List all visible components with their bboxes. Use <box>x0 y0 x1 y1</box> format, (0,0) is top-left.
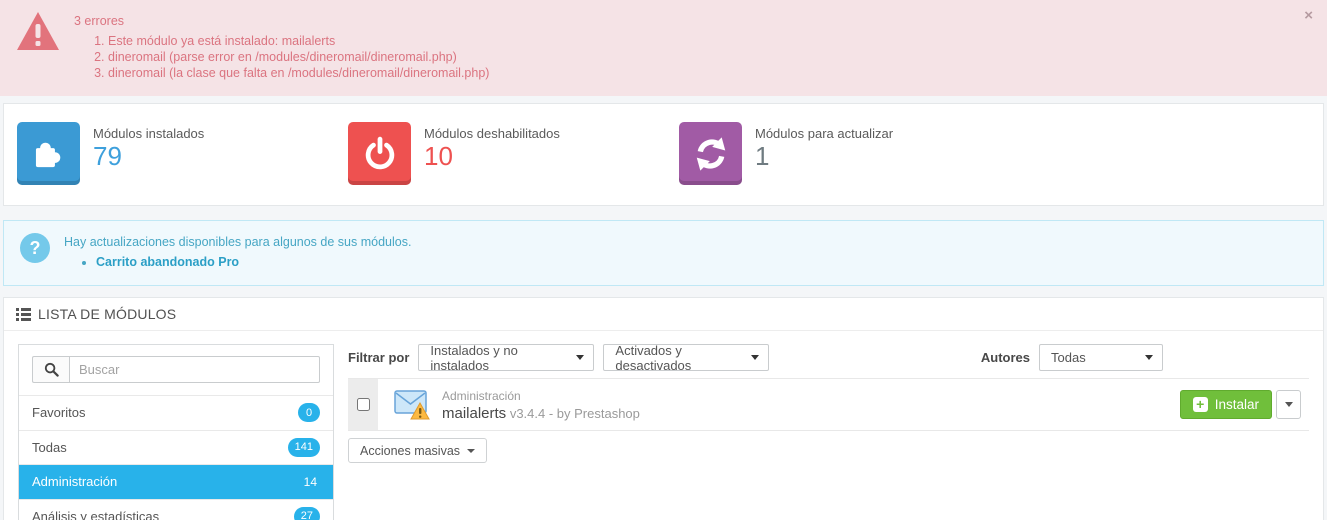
authors-filter-select[interactable]: Todas <box>1039 344 1163 371</box>
sidebar-item-label: Administración <box>32 474 118 490</box>
count-badge: 14 <box>303 474 317 489</box>
module-checkbox[interactable] <box>356 398 370 411</box>
info-message: Hay actualizaciones disponibles para alg… <box>64 235 412 249</box>
sidebar-item-label: Análisis y estadísticas <box>32 508 160 520</box>
stat-label: Módulos para actualizar <box>755 126 894 141</box>
update-list: Carrito abandonado Pro <box>64 254 411 271</box>
list-icon <box>16 307 31 321</box>
update-item: Carrito abandonado Pro <box>96 254 411 271</box>
sidebar-item-favoritos[interactable]: Favoritos 0 <box>19 395 333 430</box>
sync-icon <box>679 122 742 185</box>
module-category: Administración <box>442 388 521 403</box>
module-name: mailalerts <box>442 404 507 422</box>
puzzle-icon <box>17 122 80 185</box>
sidebar-item-label: Favoritos <box>32 405 86 421</box>
sidebar-item-administracion[interactable]: Administración 14 <box>19 464 333 499</box>
module-checkbox-cell <box>348 379 378 430</box>
search-input[interactable] <box>69 356 320 383</box>
module-list-panel: LISTA DE MÓDULOS Favoritos 0 Todas 141 <box>3 297 1324 520</box>
error-item: dineromail (parse error en /modules/dine… <box>108 49 489 65</box>
count-badge: 27 <box>293 506 320 520</box>
error-item: dineromail (la clase que falta en /modul… <box>108 65 489 81</box>
install-dropdown-toggle[interactable] <box>1276 390 1301 419</box>
stat-value: 79 <box>93 141 122 171</box>
panel-title: LISTA DE MÓDULOS <box>38 306 177 322</box>
authors-label: Autores <box>980 350 1030 365</box>
stat-card-to-update: Módulos para actualizar 1 <box>666 122 997 185</box>
sidebar-item-analisis[interactable]: Análisis y estadísticas 27 <box>19 498 333 520</box>
error-alert: 3 errores Este módulo ya está instalado:… <box>0 0 1327 96</box>
stat-value: 1 <box>755 141 770 171</box>
error-alert-title: 3 errores <box>74 14 125 28</box>
update-info-alert: ? Hay actualizaciones disponibles para a… <box>3 220 1324 286</box>
installed-filter-select[interactable]: Instalados y no instalados <box>418 343 595 373</box>
chevron-down-icon <box>751 355 760 360</box>
bulk-actions-button[interactable]: Acciones masivas <box>348 438 488 463</box>
module-update-link[interactable]: Carrito abandonado Pro <box>96 255 239 269</box>
close-icon[interactable]: × <box>1304 8 1313 23</box>
chevron-down-icon <box>576 355 585 360</box>
module-version-author: v3.4.4 - by Prestashop <box>509 405 640 421</box>
chevron-down-icon <box>467 448 476 453</box>
sidebar-item-label: Todas <box>32 439 67 455</box>
sidebar-search <box>19 345 333 395</box>
chevron-down-icon <box>1284 402 1293 407</box>
module-actions: Instalar <box>1179 390 1301 419</box>
power-icon <box>348 122 411 185</box>
active-filter-select[interactable]: Activados y desactivados <box>603 343 770 373</box>
sidebar-item-todas[interactable]: Todas 141 <box>19 429 333 465</box>
error-item: Este módulo ya está instalado: mailalert… <box>108 33 489 49</box>
authors-filter-group: Autores Todas <box>981 344 1163 371</box>
module-stats-panel: Módulos instalados 79 Módulos deshabilit… <box>3 103 1324 206</box>
stat-card-disabled: Módulos deshabilitados 10 <box>335 122 666 185</box>
count-badge: 141 <box>287 437 320 457</box>
filter-row: Filtrar por Instalados y no instalados A… <box>348 343 1309 373</box>
search-icon <box>44 362 59 377</box>
panel-header: LISTA DE MÓDULOS <box>4 298 1323 331</box>
module-row-mailalerts: Administración mailalerts v3.4.4 - by Pr… <box>348 378 1309 431</box>
warning-triangle-icon <box>17 12 59 50</box>
stat-label: Módulos instalados <box>93 126 205 141</box>
stat-label: Módulos deshabilitados <box>424 126 560 141</box>
add-icon <box>1192 397 1208 412</box>
search-button[interactable] <box>32 356 69 383</box>
category-sidebar: Favoritos 0 Todas 141 Administración 14 … <box>18 344 334 520</box>
module-list-content: Filtrar por Instalados y no instalados A… <box>348 343 1309 520</box>
install-button[interactable]: Instalar <box>1179 390 1272 419</box>
question-icon: ? <box>20 233 50 263</box>
stat-value: 10 <box>424 141 453 171</box>
count-badge: 0 <box>298 403 320 423</box>
filter-by-label: Filtrar por <box>348 350 410 365</box>
mail-warning-icon <box>394 389 430 420</box>
error-list: Este módulo ya está instalado: mailalert… <box>74 33 489 81</box>
stat-card-installed: Módulos instalados 79 <box>4 122 335 185</box>
chevron-down-icon <box>1145 355 1153 360</box>
